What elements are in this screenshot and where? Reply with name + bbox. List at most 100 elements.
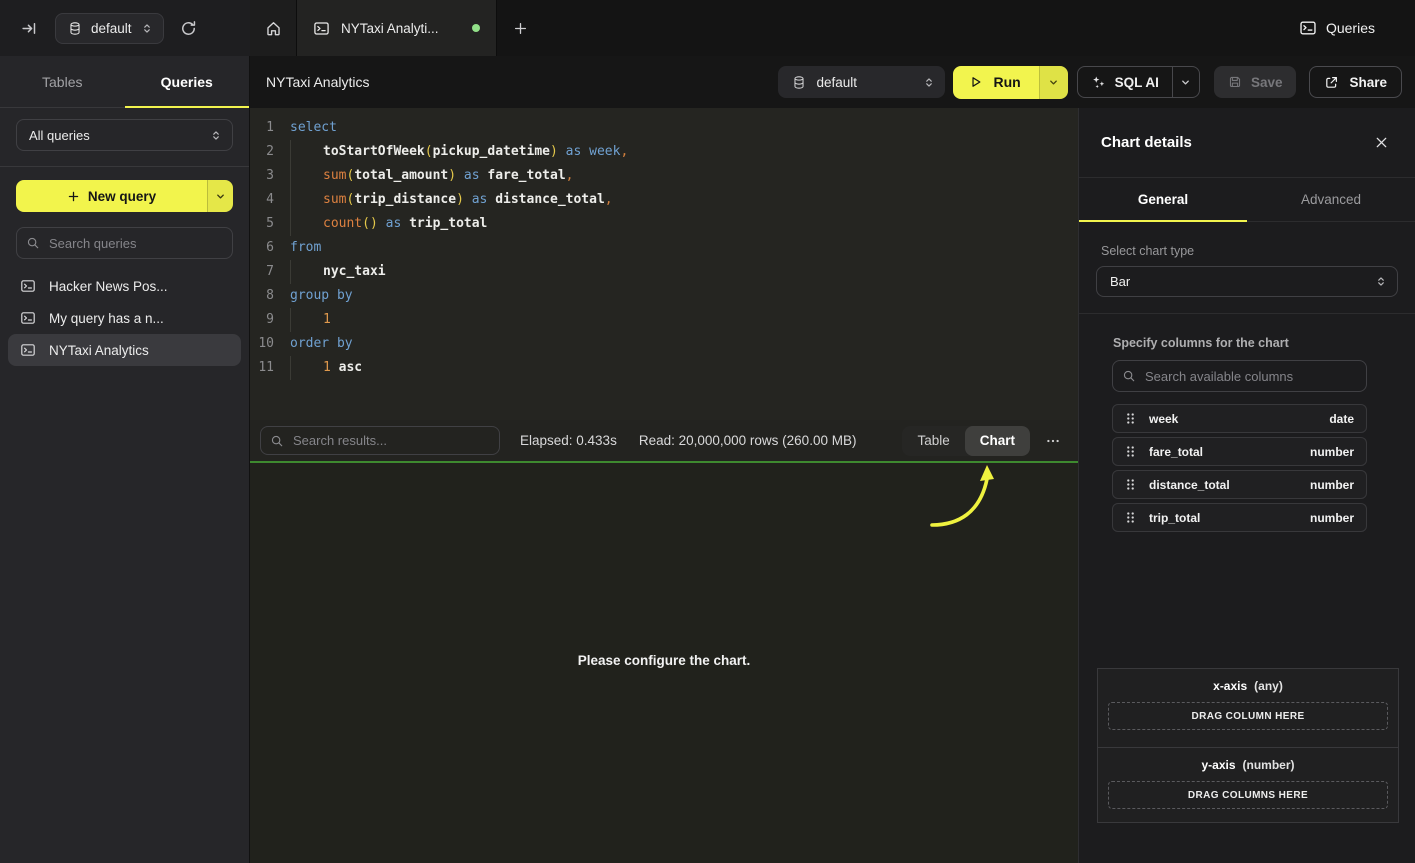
drag-handle-icon[interactable] xyxy=(1125,445,1136,458)
code-line: 5count() as trip_total xyxy=(254,212,1078,236)
tab-general[interactable]: General xyxy=(1079,178,1247,221)
topbar-database-select[interactable]: default xyxy=(55,13,164,44)
chevron-updown-icon xyxy=(141,22,153,35)
code-text: toStartOfWeek(pickup_datetime) as week, xyxy=(323,140,628,164)
indent-guide xyxy=(290,356,323,380)
elapsed-time: Elapsed: 0.433s xyxy=(520,433,617,448)
saved-query-item[interactable]: NYTaxi Analytics xyxy=(8,334,241,366)
run-button-main[interactable]: Run xyxy=(953,66,1038,99)
columns-section-label: Specify columns for the chart xyxy=(1113,336,1415,350)
tab-advanced[interactable]: Advanced xyxy=(1247,178,1415,221)
share-button[interactable]: Share xyxy=(1309,66,1402,98)
view-toggle-table[interactable]: Table xyxy=(902,426,964,456)
run-button[interactable]: Run xyxy=(953,66,1067,99)
sql-ai-dropdown[interactable] xyxy=(1172,67,1199,97)
sql-ai-main[interactable]: SQL AI xyxy=(1078,67,1172,97)
save-button[interactable]: Save xyxy=(1214,66,1297,98)
column-row[interactable]: trip_total number xyxy=(1112,503,1367,532)
chart-panel-title: Chart details xyxy=(1101,134,1192,151)
run-options-dropdown[interactable] xyxy=(1039,66,1068,99)
code-line: 4sum(trip_distance) as distance_total, xyxy=(254,188,1078,212)
view-toggle-chart[interactable]: Chart xyxy=(965,426,1030,456)
sidebar-tab-tables[interactable]: Tables xyxy=(0,56,125,107)
close-icon[interactable] xyxy=(1369,131,1393,155)
x-axis-label: x-axis xyxy=(1213,679,1247,693)
new-query-dropdown[interactable] xyxy=(207,180,233,212)
columns-search xyxy=(1112,360,1367,392)
code-line: 2toStartOfWeek(pickup_datetime) as week, xyxy=(254,140,1078,164)
chevron-down-icon xyxy=(1048,77,1059,88)
query-search xyxy=(16,227,233,259)
home-icon xyxy=(265,20,282,37)
sql-editor[interactable]: 1select2toStartOfWeek(pickup_datetime) a… xyxy=(250,108,1078,420)
saved-query-label: NYTaxi Analytics xyxy=(49,343,149,358)
sidebar-tab-queries[interactable]: Queries xyxy=(125,56,250,107)
new-tab-button[interactable] xyxy=(497,0,543,56)
column-name: trip_total xyxy=(1149,511,1200,525)
new-query-main[interactable]: New query xyxy=(16,180,207,212)
columns-search-input[interactable] xyxy=(1112,360,1367,392)
drag-handle-icon[interactable] xyxy=(1125,412,1136,425)
tab-title: NYTaxi Analyti... xyxy=(341,21,439,36)
chart-panel-header: Chart details xyxy=(1079,108,1415,178)
query-filter-select[interactable]: All queries xyxy=(16,119,233,151)
line-number: 5 xyxy=(254,212,274,236)
column-row[interactable]: fare_totalnumber xyxy=(1112,437,1367,466)
results-search-input[interactable] xyxy=(260,426,500,455)
column-name: distance_total xyxy=(1149,478,1230,492)
sidebar-divider xyxy=(0,166,249,167)
query-tab-nytaxi[interactable]: NYTaxi Analyti... xyxy=(297,0,497,56)
drag-handle-icon[interactable] xyxy=(1125,511,1136,524)
search-icon xyxy=(26,236,40,250)
sql-ai-label: SQL AI xyxy=(1115,75,1159,90)
y-axis-drop-zone[interactable]: DRAG COLUMNS HERE xyxy=(1108,781,1388,809)
saved-query-item[interactable]: My query has a n... xyxy=(8,302,241,334)
query-search-input[interactable] xyxy=(16,227,233,259)
indent-guide xyxy=(290,188,323,212)
plus-icon xyxy=(67,190,80,203)
column-row[interactable]: distance_totalnumber xyxy=(1112,470,1367,499)
line-number: 6 xyxy=(254,236,274,260)
sql-ai-button[interactable]: SQL AI xyxy=(1077,66,1200,98)
chart-panel-tabs: General Advanced xyxy=(1079,178,1415,222)
share-icon xyxy=(1324,75,1339,90)
view-toggle: Table Chart xyxy=(902,426,1030,456)
database-icon xyxy=(792,75,806,90)
available-columns-list: weekdatefare_totalnumberdistance_totalnu… xyxy=(1112,404,1367,532)
axes-config-box: x-axis (any) DRAG COLUMN HERE y-axis (nu… xyxy=(1097,668,1399,823)
code-line: 7nyc_taxi xyxy=(254,260,1078,284)
y-axis-section: y-axis (number) DRAG COLUMNS HERE xyxy=(1098,747,1398,823)
column-type: number xyxy=(1310,445,1354,459)
query-icon xyxy=(20,278,36,294)
chevron-updown-icon xyxy=(1375,275,1387,288)
saved-query-item[interactable]: Hacker News Pos... xyxy=(8,270,241,302)
indent-guide xyxy=(290,212,323,236)
column-row[interactable]: weekdate xyxy=(1112,404,1367,433)
code-text: nyc_taxi xyxy=(323,260,386,284)
chevron-down-icon xyxy=(1180,77,1191,88)
saved-query-label: My query has a n... xyxy=(49,311,164,326)
code-text: sum(total_amount) as fare_total, xyxy=(323,164,573,188)
collapse-sidebar-icon[interactable] xyxy=(14,13,44,43)
sidebar-tabs: Tables Queries xyxy=(0,56,249,108)
top-bar-left: default xyxy=(0,0,250,56)
editor-database-select[interactable]: default xyxy=(778,66,945,98)
code-text: sum(trip_distance) as distance_total, xyxy=(323,188,613,212)
save-label: Save xyxy=(1251,75,1283,90)
panel-divider xyxy=(1079,313,1415,314)
refresh-icon[interactable] xyxy=(174,13,204,43)
code-line: 91 xyxy=(254,308,1078,332)
column-type: number xyxy=(1310,511,1354,525)
chevron-updown-icon xyxy=(923,76,935,89)
drag-handle-icon[interactable] xyxy=(1125,478,1136,491)
new-query-button[interactable]: New query xyxy=(16,180,233,212)
search-icon xyxy=(1122,369,1136,383)
x-axis-drop-zone[interactable]: DRAG COLUMN HERE xyxy=(1108,702,1388,730)
column-name: week xyxy=(1149,412,1178,426)
results-more-menu[interactable] xyxy=(1042,430,1064,452)
queries-shortcut-button[interactable]: Queries xyxy=(1299,0,1375,56)
chart-type-select[interactable]: Bar xyxy=(1096,266,1398,297)
home-tab[interactable] xyxy=(250,0,297,56)
line-number: 11 xyxy=(254,356,274,380)
indent-guide xyxy=(290,260,323,284)
